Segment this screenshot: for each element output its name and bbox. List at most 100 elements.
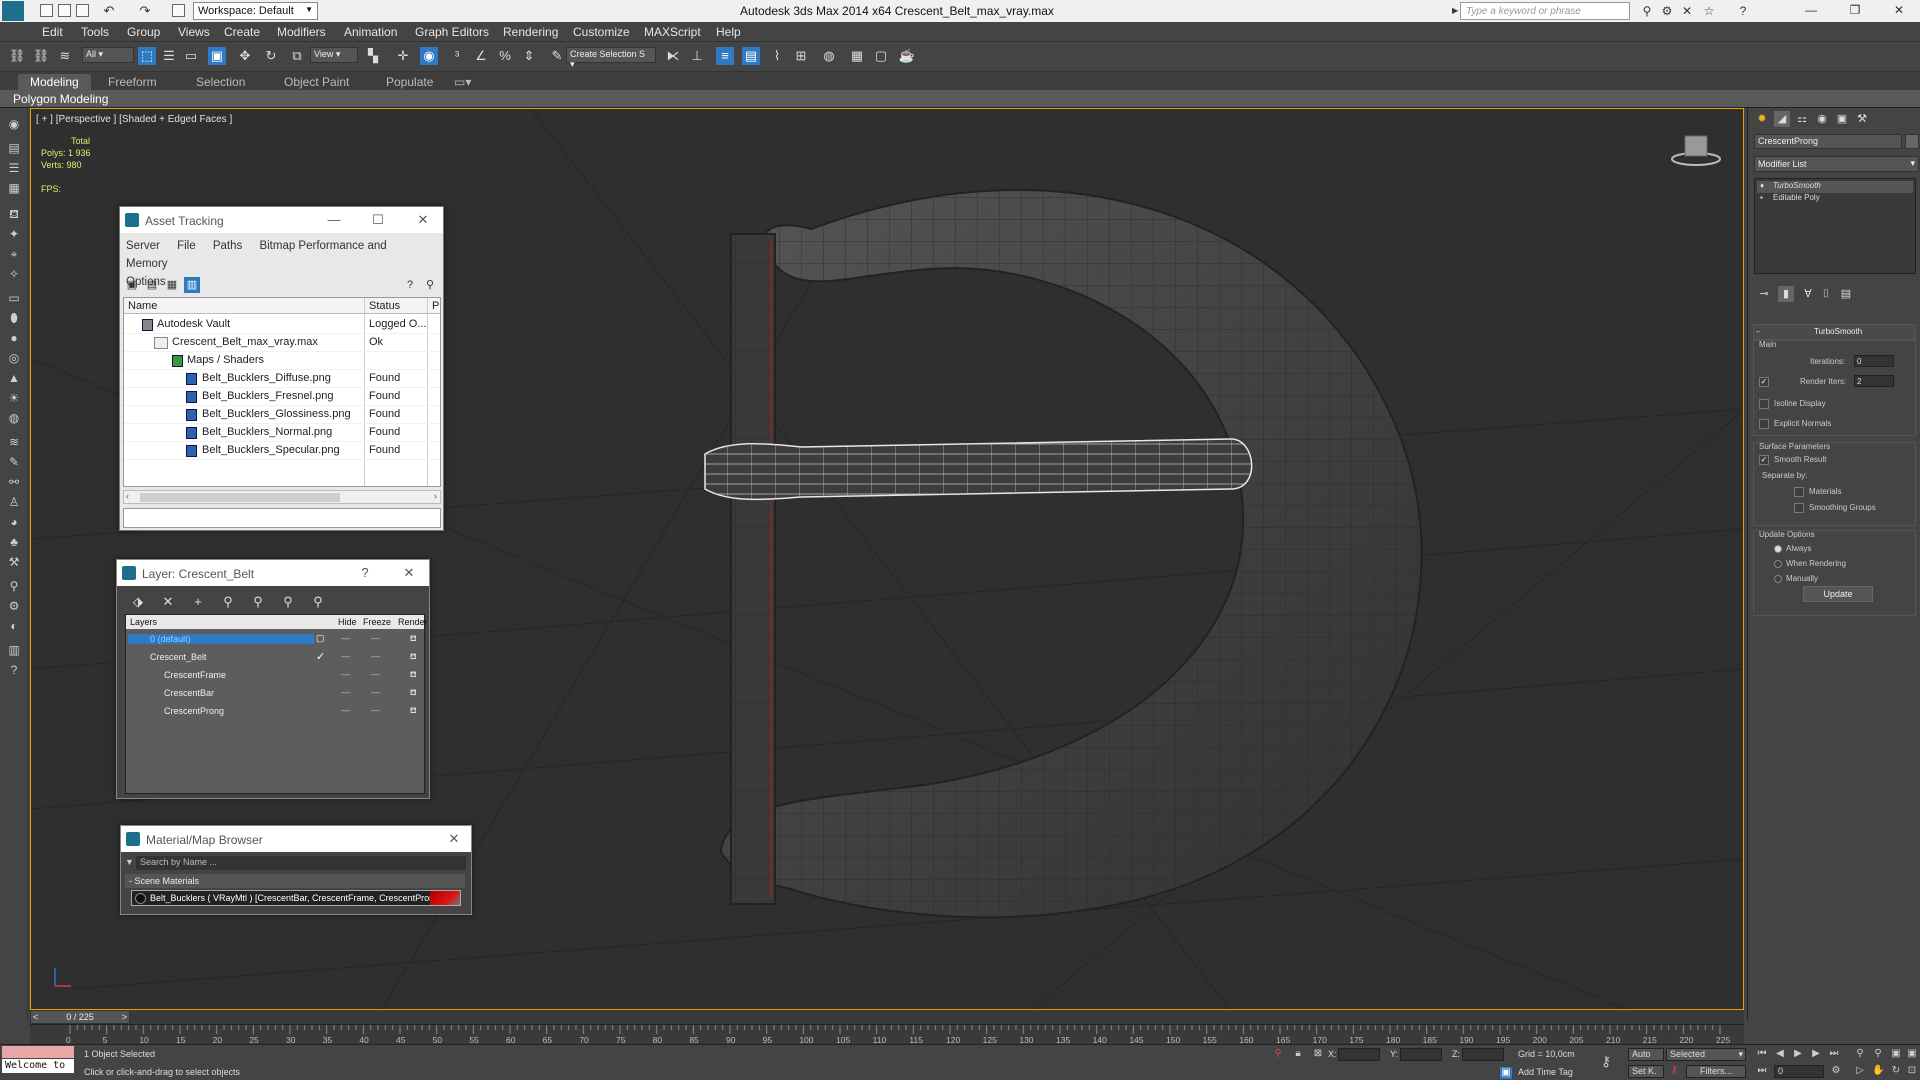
help-icon[interactable]: ? — [402, 277, 418, 293]
make-unique-icon[interactable]: ∀ — [1800, 286, 1816, 302]
hide-toggle[interactable]: — — [341, 687, 350, 697]
horizontal-scrollbar[interactable]: ‹ › — [123, 490, 441, 504]
layer-row[interactable]: CrescentProng — — ⛾ — [126, 703, 424, 721]
turbosmooth-rollout-header[interactable]: – TurboSmooth — [1753, 324, 1916, 340]
mirror-icon[interactable]: ⧔ — [664, 47, 682, 65]
pan-view-icon[interactable]: ✋ — [1872, 1065, 1884, 1077]
pin-icon[interactable]: ⚲ — [422, 277, 438, 293]
percent-snap-icon[interactable]: % — [496, 47, 514, 65]
key-filters-button[interactable]: Filters... — [1686, 1065, 1746, 1078]
material-entry[interactable]: Belt_Bucklers ( VRayMtl ) [CrescentBar, … — [131, 890, 461, 906]
create-layer-icon[interactable]: ⬗ — [129, 594, 147, 610]
smooth-result-checkbox[interactable]: ✓ — [1759, 455, 1769, 465]
render-production-icon[interactable]: ☕ — [898, 47, 916, 65]
rendered-frame-window-icon[interactable]: ▢ — [872, 47, 890, 65]
zoom-extents-icon[interactable]: ▣ — [1890, 1048, 1902, 1060]
torus-icon[interactable]: ◎ — [6, 350, 22, 366]
column-render[interactable]: Render — [398, 617, 428, 627]
table-row[interactable]: Autodesk Vault Logged O... — [124, 316, 440, 334]
key-mode-icon[interactable]: ⏭ — [1756, 1065, 1768, 1077]
new-file-icon[interactable] — [40, 4, 53, 17]
maxscript-listener-bar[interactable] — [2, 1046, 74, 1058]
asset-tracking-titlebar[interactable]: Asset Tracking — ☐ ✕ — [120, 207, 443, 233]
orbit-icon[interactable]: ↻ — [1890, 1065, 1902, 1077]
render-iters-spinner[interactable]: 2 — [1854, 375, 1894, 387]
bind-space-warp-icon[interactable]: ≋ — [56, 47, 74, 65]
select-move-icon[interactable]: ✥ — [236, 47, 254, 65]
menu-edit[interactable]: Edit — [42, 25, 63, 39]
freeze-toggle[interactable]: — — [371, 633, 380, 643]
bone-icon[interactable]: ⚯ — [6, 474, 22, 490]
add-to-layer-icon[interactable]: + — [189, 594, 207, 610]
selection-filter-dropdown[interactable]: All ▾ — [82, 47, 134, 63]
object-color-swatch[interactable] — [1905, 134, 1919, 149]
column-status[interactable]: Status — [369, 300, 400, 312]
communication-icon[interactable]: ✕ — [1680, 4, 1694, 18]
tab-object-paint[interactable]: Object Paint — [272, 74, 361, 90]
freeze-toggle[interactable]: — — [371, 669, 380, 679]
layers-icon[interactable]: ▤ — [6, 140, 22, 156]
menu-help[interactable]: Help — [716, 25, 741, 39]
magnify-icon[interactable]: ⚲ — [6, 578, 22, 594]
object-name-field[interactable]: CrescentProng — [1754, 134, 1902, 149]
go-to-end-icon[interactable]: ⏭ — [1828, 1048, 1840, 1060]
render-teapot-icon[interactable]: ⛾ — [410, 688, 417, 698]
current-frame-field[interactable]: 0 — [1774, 1065, 1824, 1078]
stack-item-turbosmooth[interactable]: ♦ TurboSmooth — [1757, 181, 1913, 193]
keyboard-shortcut-override-icon[interactable]: ◉ — [420, 47, 438, 65]
scroll-right-icon[interactable]: › — [434, 491, 437, 501]
layer-manager-titlebar[interactable]: Layer: Crescent_Belt ? ✕ — [117, 560, 429, 586]
open-file-icon[interactable] — [58, 4, 71, 17]
render-iters-checkbox[interactable]: ✓ — [1759, 377, 1769, 387]
reference-coordinate-dropdown[interactable]: View ▾ — [310, 47, 358, 63]
layer-row[interactable]: Crescent_Belt ✓ — — ⛾ — [126, 649, 424, 667]
modify-tab-icon[interactable]: ◢ — [1774, 111, 1790, 127]
close-button[interactable]: ✕ — [1884, 3, 1914, 19]
render-setup-icon[interactable]: ▦ — [848, 47, 866, 65]
menu-tools[interactable]: Tools — [81, 25, 109, 39]
stack-icon[interactable]: ▥ — [6, 642, 22, 658]
set-key-mode-icon[interactable]: ⚷ — [1668, 1065, 1680, 1077]
table-row[interactable]: Maps / Shaders — [124, 352, 440, 370]
menu-rendering[interactable]: Rendering — [503, 25, 558, 39]
close-icon[interactable]: ✕ — [415, 212, 431, 228]
viewcube-icon[interactable] — [1671, 131, 1721, 167]
key-filter-dropdown[interactable]: Selected ▾ — [1666, 1048, 1746, 1061]
tab-freeform[interactable]: Freeform — [96, 74, 169, 90]
previous-frame-icon[interactable]: ◀ — [1774, 1048, 1786, 1060]
redo-icon[interactable]: ↷ — [136, 2, 154, 20]
menu-group[interactable]: Group — [127, 25, 160, 39]
close-icon[interactable]: ✕ — [401, 565, 417, 581]
selection-lock-icon[interactable]: 🔒︎ — [1292, 1048, 1304, 1060]
isolate-selection-icon[interactable]: ⚲ — [1272, 1048, 1284, 1060]
script-icon[interactable]: ◐ — [6, 618, 22, 634]
time-slider[interactable]: < 0 / 225 > — [30, 1010, 130, 1024]
hide-toggle[interactable]: — — [341, 705, 350, 715]
list-icon[interactable]: ☰ — [6, 160, 22, 176]
tree-icon[interactable]: ♣ — [6, 534, 22, 550]
material-search-input[interactable]: Search by Name ... — [136, 856, 466, 870]
menu-modifiers[interactable]: Modifiers — [277, 25, 326, 39]
y-coordinate-field[interactable] — [1400, 1048, 1442, 1061]
ribbon-options-icon[interactable]: ▭▾ — [450, 74, 475, 90]
favorites-star-icon[interactable]: ☆ — [1702, 4, 1716, 18]
configure-sets-icon[interactable]: ▤ — [1838, 286, 1854, 302]
subscription-icon[interactable]: ⚙ — [1660, 4, 1674, 18]
zoom-extents-all-icon[interactable]: ▣ — [1906, 1048, 1918, 1060]
when-rendering-radio[interactable] — [1774, 560, 1782, 568]
maximize-viewport-icon[interactable]: ⊡ — [1906, 1065, 1918, 1077]
binoculars-icon[interactable]: ⚲ — [1640, 4, 1654, 18]
menu-graph-editors[interactable]: Graph Editors — [415, 25, 489, 39]
light-icon[interactable]: ✦ — [6, 226, 22, 242]
help-search-input[interactable]: Type a keyword or phrase — [1460, 2, 1630, 20]
minimize-button[interactable]: — — [1796, 3, 1826, 19]
scene-materials-group[interactable]: - Scene Materials — [125, 874, 465, 888]
tab-modeling[interactable]: Modeling — [18, 74, 91, 90]
table-row[interactable]: Belt_Bucklers_Normal.png Found — [124, 424, 440, 442]
layer-row[interactable]: CrescentBar — — ⛾ — [126, 685, 424, 703]
stack-item-editable-poly[interactable]: ▪ Editable Poly — [1757, 193, 1913, 205]
next-frame-icon[interactable]: > — [122, 1011, 127, 1023]
workspace-dropdown[interactable]: Workspace: Default ▼ — [193, 2, 318, 20]
asset-path-field[interactable] — [123, 508, 441, 528]
geosphere-icon[interactable]: ◍ — [6, 410, 22, 426]
